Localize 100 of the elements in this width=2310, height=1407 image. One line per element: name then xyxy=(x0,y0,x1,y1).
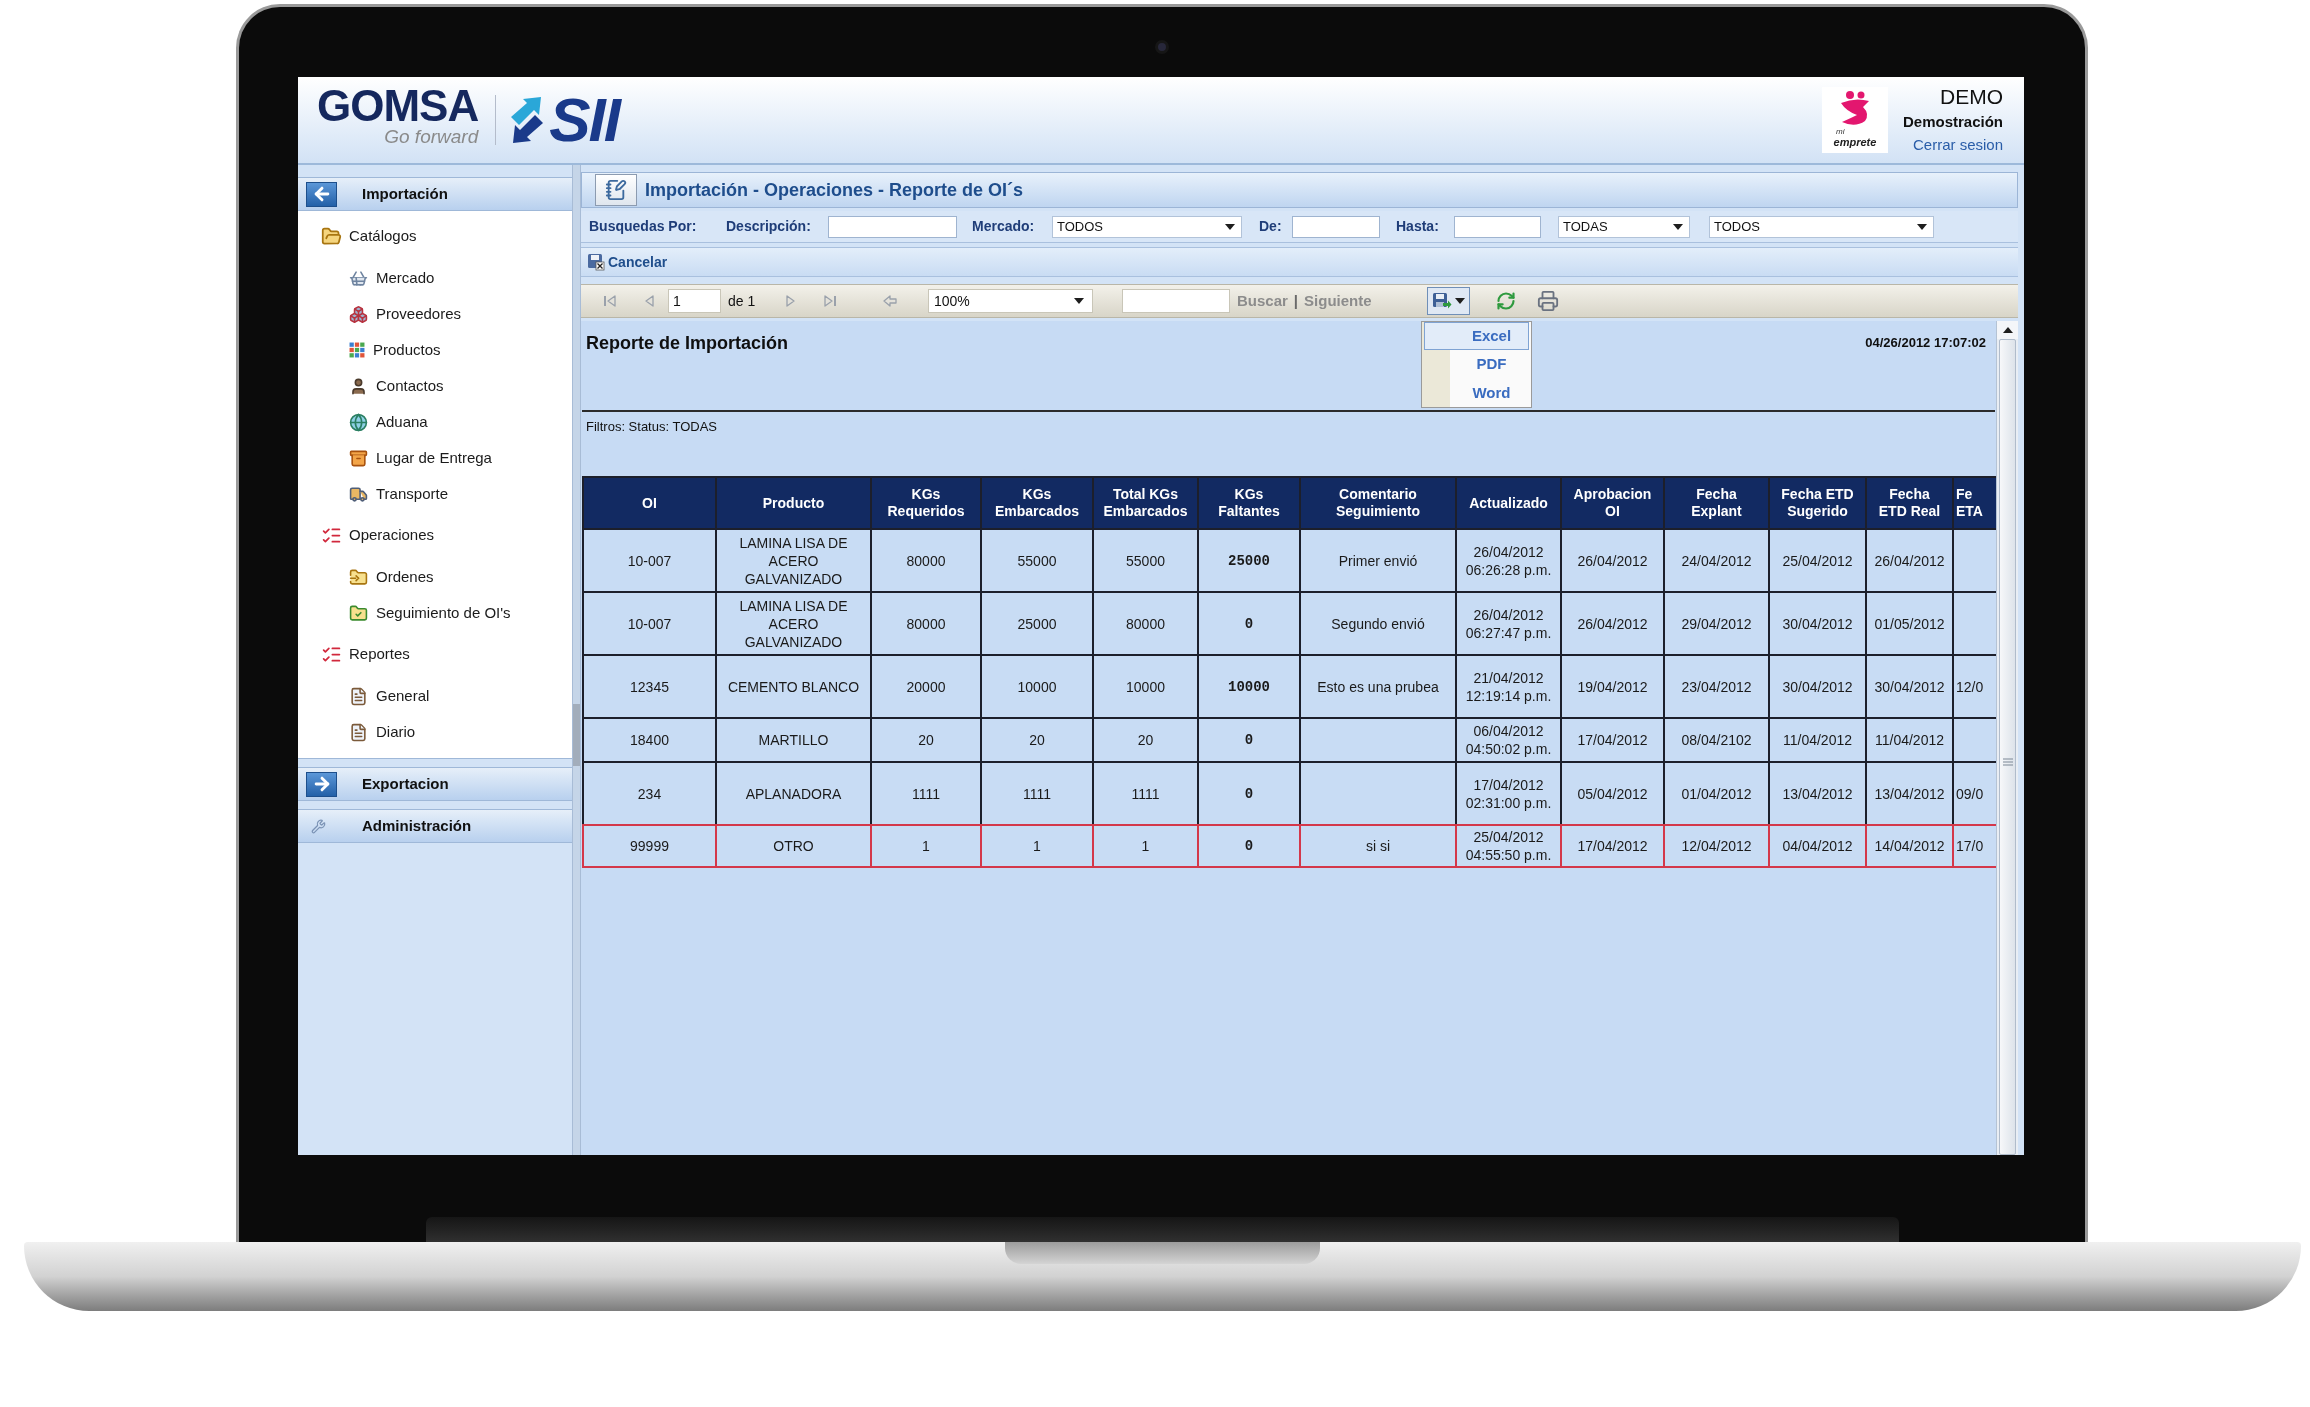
column-header: KGs Embarcados xyxy=(982,476,1094,528)
table-cell: 20000 xyxy=(872,654,982,717)
logout-link[interactable]: Cerrar sesion xyxy=(1912,134,2003,156)
table-cell: 01/04/2012 xyxy=(1665,761,1770,824)
table-row[interactable]: 10-007 LAMINA LISA DE ACERO GALVANIZADO 80000 55000 55000 25000 Primer envió 26/04/2012 06:26:28 p.m. 26/04/2012 24/04/2012 25/04/2012 26/04/2012 xyxy=(582,528,1996,591)
dropdown-field[interactable]: TODAS xyxy=(1558,215,1690,238)
field-label: Hasta: xyxy=(1396,217,1439,236)
table-cell: 25/04/2012 xyxy=(1770,528,1867,591)
table-row[interactable]: 12345 CEMENTO BLANCO 20000 10000 10000 10000 Esto es una prubea 21/04/2012 12:19:14 p.m. 19/04/2012 23/04/2012 30/04/2012 30/04/2012 12/0 xyxy=(582,654,1996,717)
sidebar-item[interactable]: Productos xyxy=(349,332,441,368)
column-header: Comentario Seguimiento xyxy=(1301,476,1457,528)
table-cell: 13/04/2012 xyxy=(1770,761,1867,824)
accordion-header[interactable]: Administración xyxy=(298,809,572,843)
field-label: Mercado: xyxy=(972,217,1035,236)
scrollbar-thumb[interactable] xyxy=(573,704,580,766)
sidebar-item[interactable]: Ordenes xyxy=(349,559,434,595)
table-cell: 10000 xyxy=(1094,654,1199,717)
sidebar-item[interactable]: Mercado xyxy=(349,260,435,296)
column-header: Fecha ETD Real xyxy=(1867,476,1954,528)
column-header: Fecha ETD Sugerido xyxy=(1770,476,1867,528)
sidebar-item[interactable]: Operaciones xyxy=(321,517,435,553)
text-field[interactable] xyxy=(1292,215,1380,238)
table-row[interactable]: 234 APLANADORA 1111 1111 1111 0 17/04/2012 02:31:00 p.m. 05/04/2012 01/04/2012 13/04/2012 13/04/2012 09/0 xyxy=(582,761,1996,824)
page-title: Importación - Operaciones - Reporte de OI´s xyxy=(645,178,1024,202)
sidebar-item[interactable]: Reportes xyxy=(321,636,410,672)
table-cell: 1 xyxy=(872,824,982,868)
logo-small-text: mi xyxy=(1835,128,1845,136)
logo-wordmark: emprete xyxy=(1833,136,1877,148)
sidebar-item[interactable]: Seguimiento de OI's xyxy=(349,595,511,631)
disk-cross-icon xyxy=(587,253,605,271)
link-separator: | xyxy=(1293,290,1299,311)
menu-item[interactable]: Word xyxy=(1424,378,1529,407)
table-cell: 19/04/2012 xyxy=(1562,654,1665,717)
column-header: OI xyxy=(582,476,717,528)
table-cell: 25/04/2012 04:55:50 p.m. xyxy=(1457,824,1562,868)
print-icon[interactable] xyxy=(1537,290,1559,312)
table-cell: 20 xyxy=(1094,717,1199,761)
caret-icon xyxy=(1917,223,1927,230)
report-timestamp: 04/26/2012 17:07:02 xyxy=(1865,334,1986,353)
sidebar-item[interactable]: Lugar de Entrega xyxy=(349,440,492,476)
caret-icon xyxy=(1074,298,1084,304)
table-row[interactable]: 10-007 LAMINA LISA DE ACERO GALVANIZADO 80000 25000 80000 0 Segundo envió 26/04/2012 06:27:47 p.m. 26/04/2012 29/04/2012 30/04/2012 01/05/2012 xyxy=(582,591,1996,654)
page-count-label: de 1 xyxy=(728,291,756,311)
text-field[interactable] xyxy=(1454,215,1541,238)
table-cell: LAMINA LISA DE ACERO GALVANIZADO xyxy=(717,528,872,591)
caret-icon xyxy=(2002,327,2013,333)
sidebar-item[interactable]: Transporte xyxy=(349,476,448,512)
scroll-up-button[interactable] xyxy=(1997,321,2018,339)
table-cell: 10000 xyxy=(982,654,1094,717)
table-cell: 26/04/2012 xyxy=(1562,591,1665,654)
table-cell: 30/04/2012 xyxy=(1867,654,1954,717)
filter-summary: Filtros: Status: TODAS xyxy=(586,419,717,435)
table-cell: 11/04/2012 xyxy=(1770,717,1867,761)
table-cell: 55000 xyxy=(982,528,1094,591)
find-field[interactable] xyxy=(1122,289,1230,313)
user-code: DEMO xyxy=(1940,84,2003,110)
menu-item[interactable]: Excel xyxy=(1424,322,1529,351)
scrollbar-thumb[interactable] xyxy=(1999,339,2016,1155)
edit-note-icon xyxy=(595,174,637,206)
sidebar-item[interactable]: General xyxy=(349,678,430,714)
table-cell: 20 xyxy=(982,717,1094,761)
refresh-icon[interactable] xyxy=(1496,291,1516,311)
table-row[interactable]: 99999 OTRO 1 1 1 0 si si 25/04/2012 04:55:50 p.m. 17/04/2012 12/04/2012 04/04/2012 14/04/2012 17/0 xyxy=(582,824,1996,868)
table-cell: 18400 xyxy=(582,717,717,761)
menu-item[interactable]: PDF xyxy=(1424,350,1529,379)
sidebar-item[interactable]: Contactos xyxy=(349,368,444,404)
table-cell: 14/04/2012 xyxy=(1867,824,1954,868)
table-cell: 10000 xyxy=(1199,654,1301,717)
export-button[interactable] xyxy=(1427,287,1470,315)
table-cell: Segundo envió xyxy=(1301,591,1457,654)
sidebar-item[interactable]: Diario xyxy=(349,714,416,750)
cancel-button[interactable]: Cancelar xyxy=(587,251,668,273)
zoom-dropdown[interactable]: 100% xyxy=(928,289,1093,313)
dropdown-field[interactable]: TODOS xyxy=(1709,215,1934,238)
text-field[interactable] xyxy=(828,215,957,238)
table-cell: 99999 xyxy=(582,824,717,868)
person-icon xyxy=(349,376,368,396)
accordion-header[interactable]: Importación xyxy=(298,177,572,211)
table-cell: 30/04/2012 xyxy=(1770,591,1867,654)
sidebar-item[interactable]: Aduana xyxy=(349,404,428,440)
table-cell: 80000 xyxy=(872,591,982,654)
splitter-bar[interactable] xyxy=(572,165,581,1155)
accordion-header[interactable]: Exportacion xyxy=(298,767,572,801)
archive-box-icon xyxy=(349,448,368,468)
sidebar-item[interactable]: Catálogos xyxy=(321,218,417,254)
sidebar-item[interactable]: Proveedores xyxy=(349,296,462,332)
table-cell: 29/04/2012 xyxy=(1665,591,1770,654)
product-name: SII xyxy=(549,90,620,150)
table-cell: 17/04/2012 xyxy=(1562,824,1665,868)
table-cell: Esto es una prubea xyxy=(1301,654,1457,717)
table-cell: 26/04/2012 06:26:28 p.m. xyxy=(1457,528,1562,591)
table-row[interactable]: 18400 MARTILLO 20 20 20 0 06/04/2012 04:50:02 p.m. 17/04/2012 08/04/2102 11/04/2012 11/04/2012 xyxy=(582,717,1996,761)
table-cell: 25000 xyxy=(1199,528,1301,591)
table-cell: 234 xyxy=(582,761,717,824)
wrench-icon xyxy=(311,818,326,834)
table-cell: 30/04/2012 xyxy=(1770,654,1867,717)
report-title: Reporte de Importación xyxy=(586,331,789,355)
table-cell: CEMENTO BLANCO xyxy=(717,654,872,717)
column-header: Actualizado xyxy=(1457,476,1562,528)
dropdown-field[interactable]: TODOS xyxy=(1052,215,1242,238)
